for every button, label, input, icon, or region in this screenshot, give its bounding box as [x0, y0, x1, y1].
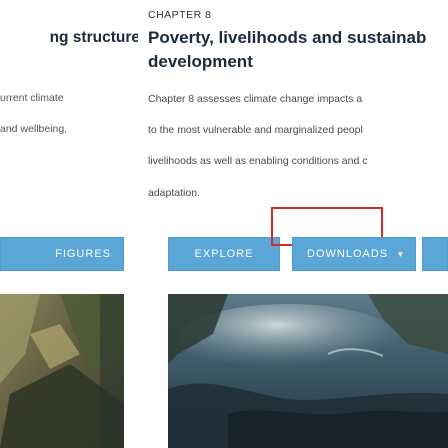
- downloads-dropdown-button[interactable]: DOWNLOADS ▾: [292, 237, 416, 271]
- chapter-description-line: adaptation.: [148, 187, 200, 199]
- left-card-image[interactable]: [0, 294, 124, 448]
- chapter-description-line: Chapter 8 assesses climate change impact…: [148, 93, 363, 105]
- left-card-body-line: urrent climate: [0, 92, 64, 104]
- chapter-8-card: CHAPTER 8 Poverty, livelihoods and susta…: [148, 0, 448, 448]
- chapter-title[interactable]: Poverty, livelihoods and sustainab devel…: [148, 26, 448, 74]
- figures-button-label: FIGURES: [55, 248, 111, 260]
- left-card-body-line: and wellbeing,: [0, 123, 68, 135]
- chapter-8-image[interactable]: [168, 294, 448, 448]
- chapter-description-line: to the most vulnerable and marginalized …: [148, 124, 363, 136]
- chapter-title-line: Poverty, livelihoods and sustainab: [148, 28, 427, 47]
- right-photo: [168, 294, 448, 448]
- left-card-title: ng structure: [49, 29, 138, 46]
- left-photo: [0, 294, 124, 448]
- explore-button-label: EXPLORE: [194, 248, 254, 260]
- more-button[interactable]: [422, 237, 448, 271]
- chapter-description-line: livelihoods as well as enabling conditio…: [148, 155, 368, 167]
- figures-button[interactable]: FIGURES: [0, 237, 124, 271]
- explore-button[interactable]: EXPLORE: [168, 237, 280, 271]
- chapter-kicker: CHAPTER 8: [148, 9, 212, 21]
- chevron-down-icon: ▾: [398, 248, 404, 259]
- left-chapter-card: ng structure urrent climate and wellbein…: [0, 0, 138, 448]
- downloads-button-label: DOWNLOADS: [307, 248, 389, 260]
- chapter-title-line: development: [148, 52, 253, 71]
